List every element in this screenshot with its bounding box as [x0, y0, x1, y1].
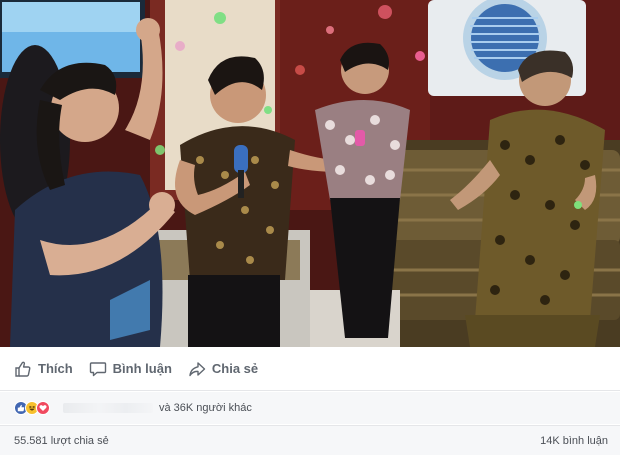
comment-button-label: Bình luận — [112, 361, 172, 376]
comment-count[interactable]: 14K bình luận — [540, 435, 608, 447]
comment-icon — [89, 361, 106, 376]
comment-button[interactable]: Bình luận — [87, 354, 182, 384]
post-video[interactable] — [0, 0, 620, 347]
post-action-bar: Thích Bình luận Chia sẻ — [0, 347, 620, 391]
share-button[interactable]: Chia sẻ — [186, 354, 268, 384]
share-icon — [189, 361, 206, 376]
blurred-friend-name — [63, 403, 153, 413]
like-button[interactable]: Thích — [12, 354, 83, 384]
reactions-summary[interactable]: và 36K người khác — [0, 392, 620, 424]
thumbs-up-icon — [15, 361, 31, 377]
like-button-label: Thích — [38, 361, 73, 376]
share-button-label: Chia sẻ — [211, 361, 259, 376]
reactions-summary-text[interactable]: và 36K người khác — [159, 402, 252, 414]
post-stats: 55.581 lượt chia sẻ 14K bình luận — [0, 425, 620, 455]
video-frame-illustration — [0, 0, 620, 347]
love-reaction-icon — [36, 401, 50, 415]
reaction-icons — [14, 401, 50, 415]
share-count[interactable]: 55.581 lượt chia sẻ — [14, 435, 109, 447]
